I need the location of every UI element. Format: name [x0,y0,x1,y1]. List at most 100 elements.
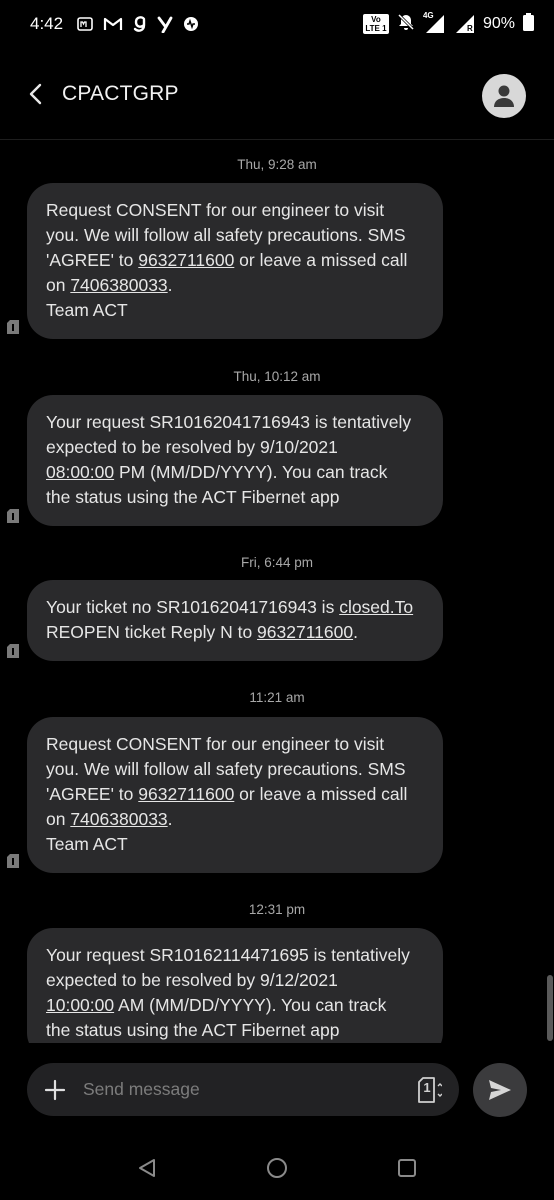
message-bubble[interactable]: Request CONSENT for our engineer to visi… [27,717,443,873]
message-link[interactable]: closed.To [339,597,413,617]
sim-slot-number: 1 [423,1079,431,1095]
message-text: Request CONSENT for our engineer to visi… [46,734,385,754]
status-right: Vo LTE 1 4G R 90% [362,11,534,36]
message-line: you. We will follow all safety precautio… [46,757,425,782]
message-text: or leave a missed call [234,250,408,270]
status-bar: 4:42 Vo LTE 1 4G R 90% [0,0,554,48]
sim-card-icon [7,320,19,334]
scrollbar-thumb[interactable] [547,975,553,1041]
battery-icon [523,12,534,36]
message-text: . [167,275,173,295]
message-text: Your ticket no SR10162041716943 is [46,597,340,617]
message-link[interactable]: 9632711600 [138,250,234,270]
send-icon [489,1080,511,1100]
message-timestamp: 12:31 pm [248,902,306,917]
send-button[interactable] [473,1063,527,1117]
battery-percent: 90% [482,15,515,32]
add-attachment-button[interactable] [35,1070,75,1110]
message-line: expected to be resolved by 9/12/2021 [46,968,425,993]
message-line: 'AGREE' to 9632711600 or leave a missed … [46,248,425,273]
message-text: Your request SR10162114471695 is tentati… [46,945,410,965]
status-time: 4:42 [30,14,64,33]
message-link[interactable]: 08:00:00 [46,462,114,482]
notification-icons [77,15,199,33]
message-input[interactable] [81,1078,411,1101]
g-app-icon [133,15,147,33]
message-text: AM (MM/DD/YYYY). You can track [114,995,387,1015]
message-line: on 7406380033. [46,807,425,832]
message-text: expected to be resolved by 9/12/2021 [46,970,338,990]
message-text: the status using the ACT Fibernet app [46,487,340,507]
message-timestamp: Thu, 9:28 am [237,157,317,172]
message-bubble[interactable]: Your ticket no SR10162041716943 is close… [27,580,443,661]
message-text: or leave a missed call [234,784,408,804]
message-line: 08:00:00 PM (MM/DD/YYYY). You can track [46,460,425,485]
sim-card-icon [7,854,19,868]
message-text: on [46,809,71,829]
message-link[interactable]: 7406380033 [70,809,167,829]
message-text: Team ACT [46,834,128,854]
message-line: you. We will follow all safety precautio… [46,223,425,248]
message-text: 'AGREE' to [46,250,139,270]
app-badge-icon [183,16,199,32]
app-notification-icon [77,16,93,32]
message-text: 'AGREE' to [46,784,139,804]
square-recents-icon [398,1159,416,1177]
message-line: expected to be resolved by 9/10/2021 [46,435,425,460]
message-line: Request CONSENT for our engineer to visi… [46,198,425,223]
sim-select-button[interactable]: 1 [411,1072,447,1108]
message-line: REOPEN ticket Reply N to 9632711600. [46,620,425,645]
message-text: you. We will follow all safety precautio… [46,225,406,245]
person-icon [494,85,514,107]
message-line: 'AGREE' to 9632711600 or leave a missed … [46,782,425,807]
signal-roaming-icon: R [453,14,475,34]
mute-icon [397,13,415,36]
message-link[interactable]: 10:00:00 [46,995,114,1015]
message-text: on [46,275,71,295]
system-nav-bar [0,1136,554,1200]
arrow-left-icon [29,83,42,104]
message-text: Request CONSENT for our engineer to visi… [46,200,385,220]
nav-home-button[interactable] [255,1146,299,1190]
message-timestamp: Fri, 6:44 pm [240,555,314,570]
message-text: . [353,622,358,642]
message-text: REOPEN ticket Reply N to [46,622,258,642]
plus-icon [44,1079,66,1100]
message-line: on 7406380033. [46,273,425,298]
message-link[interactable]: 7406380033 [70,275,167,295]
back-button[interactable] [16,74,56,114]
message-timestamp: Thu, 10:12 am [233,369,321,384]
message-line: Team ACT [46,832,425,857]
volte-icon: Vo LTE 1 [362,14,389,34]
message-line: Team ACT [46,298,425,323]
message-link[interactable]: 9632711600 [257,622,353,642]
message-line: Your ticket no SR10162041716943 is close… [46,595,425,620]
signal-4g-icon: 4G [423,11,445,34]
message-bubble[interactable]: Your request SR10162114471695 is tentati… [27,928,443,1043]
contact-name: CPACTGRP [62,81,179,105]
conversation-list[interactable]: Thu, 9:28 am Request CONSENT for our eng… [0,141,554,1043]
nav-recents-button[interactable] [385,1146,429,1190]
message-link[interactable]: 9632711600 [138,784,234,804]
nav-back-button[interactable] [125,1146,169,1190]
message-text: Your request SR10162041716943 is tentati… [46,412,412,432]
message-timestamp: 11:21 am [249,690,305,705]
message-line: Your request SR10162114471695 is tentati… [46,943,425,968]
message-text: expected to be resolved by 9/10/2021 [46,437,338,457]
message-line: the status using the ACT Fibernet app [46,1018,425,1043]
message-line: Request CONSENT for our engineer to visi… [46,732,425,757]
message-text: the status using the ACT Fibernet app [46,1020,340,1040]
message-text: PM (MM/DD/YYYY). You can track [114,462,388,482]
triangle-back-icon [139,1159,155,1177]
message-bubble[interactable]: Request CONSENT for our engineer to visi… [27,183,443,339]
message-text: you. We will follow all safety precautio… [46,759,406,779]
message-bubble[interactable]: Your request SR10162041716943 is tentati… [27,395,443,526]
sim-card-icon [7,509,19,523]
gmail-icon [103,16,123,32]
message-text: Team ACT [46,300,128,320]
contact-avatar[interactable] [482,74,526,118]
message-line: Your request SR10162041716943 is tentati… [46,410,425,435]
compose-bar: 1 [27,1063,459,1116]
message-text: . [167,809,173,829]
yahoo-icon [157,15,173,33]
